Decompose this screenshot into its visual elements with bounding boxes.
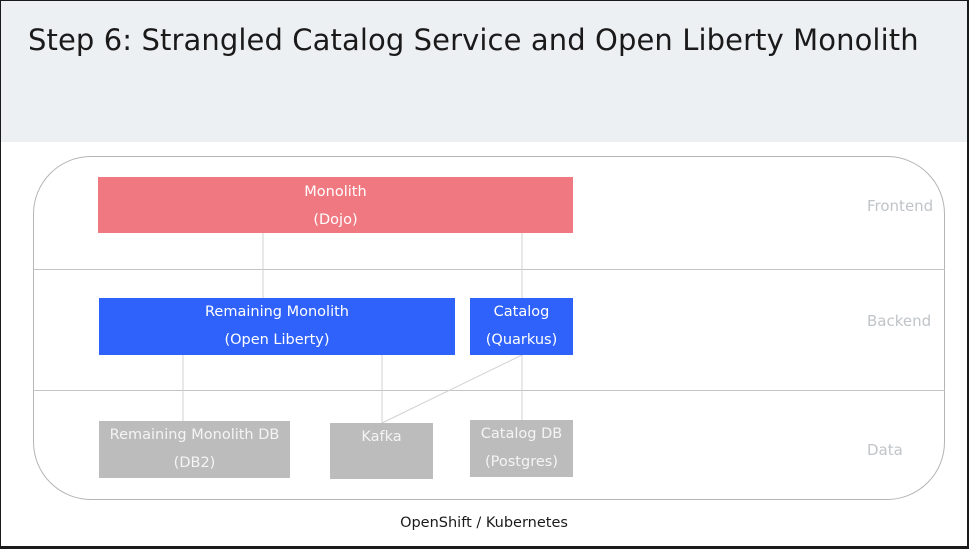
catalog-db-node-name: Catalog DB [480,426,563,442]
remaining-monolith-db-node: Remaining Monolith DB (DB2) [99,421,290,478]
remaining-monolith-db-name: Remaining Monolith DB [109,427,280,443]
remaining-monolith-db-tech: (DB2) [173,455,216,471]
remaining-monolith-node: Remaining Monolith (Open Liberty) [99,298,455,355]
remaining-monolith-node-tech: (Open Liberty) [224,332,330,348]
catalog-node: Catalog (Quarkus) [470,298,573,355]
monolith-node-name: Monolith [304,184,367,200]
monolith-node: Monolith (Dojo) [98,177,573,233]
catalog-db-node-tech: (Postgres) [485,454,558,470]
slide: Step 6: Strangled Catalog Service and Op… [1,1,967,546]
catalog-node-name: Catalog [493,304,550,320]
catalog-db-node: Catalog DB (Postgres) [470,420,573,477]
kafka-node-name: Kafka [361,429,402,445]
monolith-node-tech: (Dojo) [313,212,358,228]
connector-catalog-kafka [381,354,523,424]
remaining-monolith-node-name: Remaining Monolith [205,304,349,320]
platform-label: OpenShift / Kubernetes [400,515,568,531]
catalog-node-tech: (Quarkus) [485,332,558,348]
kafka-node: Kafka [330,423,433,479]
